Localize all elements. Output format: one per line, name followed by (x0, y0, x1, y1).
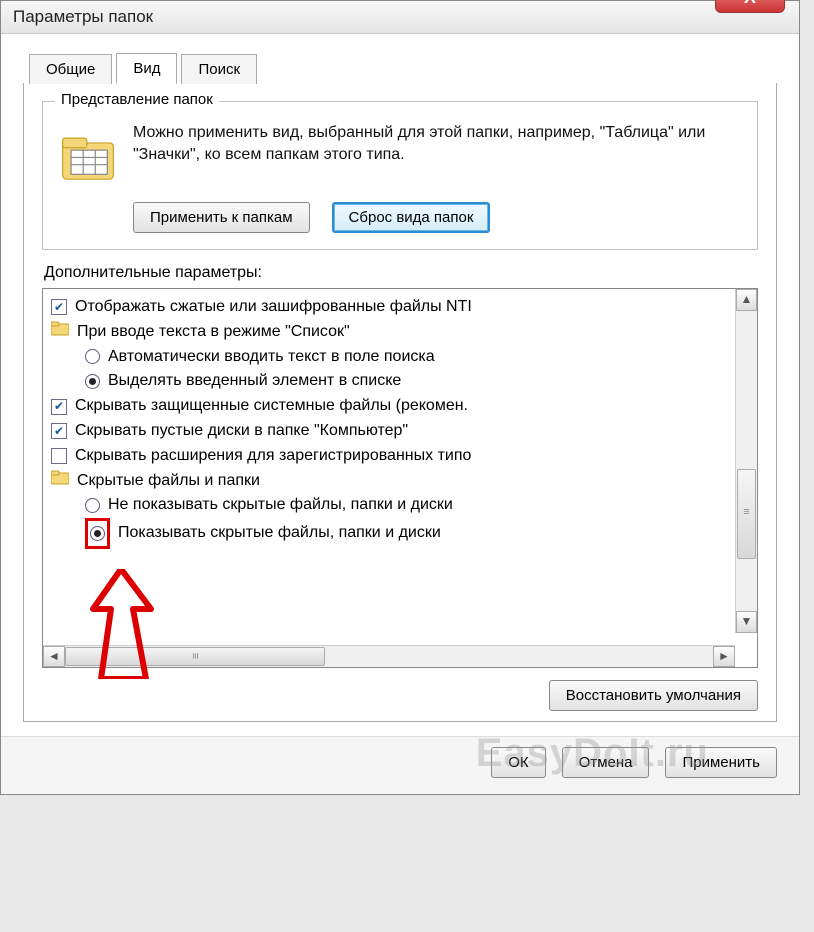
list-item-label: Скрывать пустые диски в папке "Компьютер… (75, 419, 408, 444)
radio-icon[interactable] (85, 498, 100, 513)
advanced-settings-list[interactable]: ✔ Отображать сжатые или зашифрованные фай… (42, 288, 758, 668)
tab-strip: Общие Вид Поиск (23, 52, 777, 84)
list-item[interactable]: ✔ Отображать сжатые или зашифрованные фай… (51, 295, 753, 320)
folder-views-group: Представление папок Можно применить вид,… (42, 101, 758, 250)
tab-body-view: Представление папок Можно применить вид,… (23, 83, 777, 722)
list-item[interactable]: Скрытые файлы и папки (51, 469, 753, 494)
radio-icon[interactable] (90, 526, 105, 541)
tab-view[interactable]: Вид (116, 53, 177, 84)
ok-button[interactable]: ОК (491, 747, 545, 778)
list-item[interactable]: Выделять введенный элемент в списке (51, 369, 753, 394)
titlebar: Параметры папок X (1, 1, 799, 34)
highlight-box (85, 518, 110, 549)
close-icon: X (744, 0, 756, 7)
list-item-label: Автоматически вводить текст в поле поиск… (108, 345, 435, 370)
list-item-label: Показывать скрытые файлы, папки и диски (118, 521, 441, 546)
list-item[interactable]: Показывать скрытые файлы, папки и диски (51, 518, 753, 549)
scroll-right-icon[interactable]: ► (713, 646, 735, 667)
folder-views-row: Можно применить вид, выбранный для этой … (59, 122, 741, 184)
restore-row: Восстановить умолчания (42, 680, 758, 711)
horizontal-scroll-thumb[interactable] (65, 647, 325, 666)
tab-search[interactable]: Поиск (181, 54, 257, 84)
folder-options-window: Параметры папок X Общие Вид Поиск Предст… (0, 0, 800, 795)
radio-icon[interactable] (85, 349, 100, 364)
apply-button[interactable]: Применить (665, 747, 777, 778)
vertical-scrollbar[interactable]: ▲ ▼ (735, 289, 757, 633)
list-item[interactable]: Автоматически вводить текст в поле поиск… (51, 345, 753, 370)
reset-folders-label: Сброс вида папок (349, 209, 474, 226)
cancel-button[interactable]: Отмена (562, 747, 650, 778)
tab-view-label: Вид (133, 60, 160, 77)
dialog-button-row: ОК Отмена Применить (1, 736, 799, 794)
folder-icon (51, 469, 69, 494)
tab-search-label: Поиск (198, 61, 240, 78)
window-title: Параметры папок (13, 7, 153, 26)
client-area: Общие Вид Поиск Представление папок (1, 34, 799, 736)
list-item-label: Скрывать защищенные системные файлы (рек… (75, 394, 468, 419)
list-item-label: Не показывать скрытые файлы, папки и дис… (108, 493, 453, 518)
horizontal-scrollbar[interactable]: ◄ ► (43, 645, 735, 667)
radio-icon[interactable] (85, 374, 100, 389)
tab-general-label: Общие (46, 61, 95, 78)
checkbox-icon[interactable]: ✔ (51, 399, 67, 415)
list-item-label: Выделять введенный элемент в списке (108, 369, 401, 394)
ok-label: ОК (508, 754, 528, 771)
reset-folders-button[interactable]: Сброс вида папок (332, 202, 491, 233)
scroll-down-icon[interactable]: ▼ (736, 611, 757, 633)
restore-defaults-label: Восстановить умолчания (566, 687, 741, 704)
horizontal-scroll-track[interactable] (65, 646, 713, 667)
tab-general[interactable]: Общие (29, 54, 112, 84)
folder-views-icon (59, 126, 117, 184)
list-item[interactable]: Не показывать скрытые файлы, папки и дис… (51, 493, 753, 518)
list-item[interactable]: ✔ Скрывать пустые диски в папке "Компьюте… (51, 419, 753, 444)
checkbox-icon[interactable]: ✔ (51, 448, 67, 464)
list-item-label: При вводе текста в режиме "Список" (77, 320, 350, 345)
vertical-scroll-thumb[interactable] (737, 469, 756, 559)
list-item[interactable]: ✔ Скрывать расширения для зарегистрирован… (51, 444, 753, 469)
folder-views-group-label: Представление папок (55, 91, 219, 108)
close-button[interactable]: X (715, 0, 785, 13)
restore-defaults-button[interactable]: Восстановить умолчания (549, 680, 758, 711)
apply-to-folders-button[interactable]: Применить к папкам (133, 202, 310, 233)
advanced-settings-inner: ✔ Отображать сжатые или зашифрованные фай… (43, 289, 757, 633)
checkbox-icon[interactable]: ✔ (51, 423, 67, 439)
cancel-label: Отмена (579, 754, 633, 771)
list-item[interactable]: При вводе текста в режиме "Список" (51, 320, 753, 345)
apply-label: Применить (682, 754, 760, 771)
folder-views-buttons: Применить к папкам Сброс вида папок (133, 202, 741, 233)
scroll-up-icon[interactable]: ▲ (736, 289, 757, 311)
folder-views-description: Можно применить вид, выбранный для этой … (133, 122, 741, 165)
list-item-label: Отображать сжатые или зашифрованные файл… (75, 295, 472, 320)
scroll-left-icon[interactable]: ◄ (43, 646, 65, 667)
list-item-label: Скрытые файлы и папки (77, 469, 260, 494)
advanced-label: Дополнительные параметры: (44, 264, 758, 282)
list-item[interactable]: ✔ Скрывать защищенные системные файлы (ре… (51, 394, 753, 419)
checkbox-icon[interactable]: ✔ (51, 299, 67, 315)
list-item-label: Скрывать расширения для зарегистрированн… (75, 444, 471, 469)
folder-icon (51, 320, 69, 345)
apply-to-folders-label: Применить к папкам (150, 209, 293, 226)
